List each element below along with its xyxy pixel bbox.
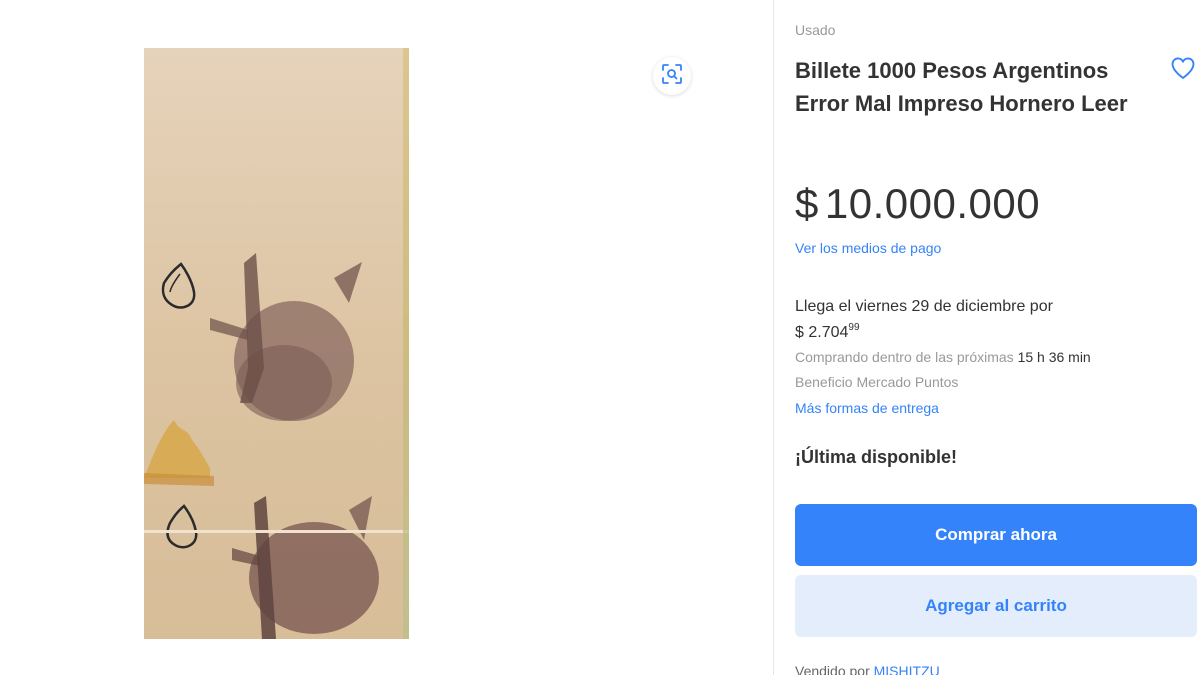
price: $10.000.000 [795, 180, 1040, 228]
photo-edge [403, 48, 409, 639]
add-to-cart-button[interactable]: Agregar al carrito [795, 575, 1197, 637]
product-info-panel: Usado Billete 1000 Pesos Argentinos Erro… [795, 0, 1200, 675]
more-delivery-options-link[interactable]: Más formas de entrega [795, 400, 939, 416]
product-gallery [0, 0, 773, 675]
seller-name-link[interactable]: MISHITZU [874, 663, 940, 675]
item-condition: Usado [795, 22, 836, 38]
column-divider [773, 0, 774, 675]
zoom-scan-icon [661, 63, 683, 90]
shipping-cost: $ 2.70499 [795, 322, 860, 342]
shipping-cost-main: $ 2.704 [795, 324, 849, 341]
favorite-button[interactable] [1169, 54, 1199, 84]
heart-icon [1169, 57, 1197, 86]
seller-prefix: Vendido por [795, 663, 870, 675]
timer-value: 15 h 36 min [1017, 349, 1091, 365]
product-title: Billete 1000 Pesos Argentinos Error Mal … [795, 58, 1128, 116]
purchase-timer: Comprando dentro de las próximas 15 h 36… [795, 349, 1091, 365]
photo-fold-line [144, 530, 409, 533]
shipping-arrival: Llega el viernes 29 de diciembre por [795, 298, 1053, 315]
benefit-text: Beneficio Mercado Puntos [795, 374, 959, 390]
timer-prefix: Comprando dentro de las próximas [795, 349, 1014, 365]
price-amount: 10.000.000 [824, 180, 1041, 227]
price-symbol: $ [795, 180, 819, 227]
product-image[interactable] [144, 48, 409, 639]
shipping-cost-cents: 99 [848, 322, 860, 333]
payment-methods-link[interactable]: Ver los medios de pago [795, 240, 941, 256]
seller-info: Vendido por MISHITZU [795, 663, 940, 675]
stock-status: ¡Última disponible! [795, 447, 957, 467]
zoom-button[interactable] [653, 57, 691, 95]
buy-now-button[interactable]: Comprar ahora [795, 504, 1197, 566]
banknote-photo [144, 253, 379, 639]
